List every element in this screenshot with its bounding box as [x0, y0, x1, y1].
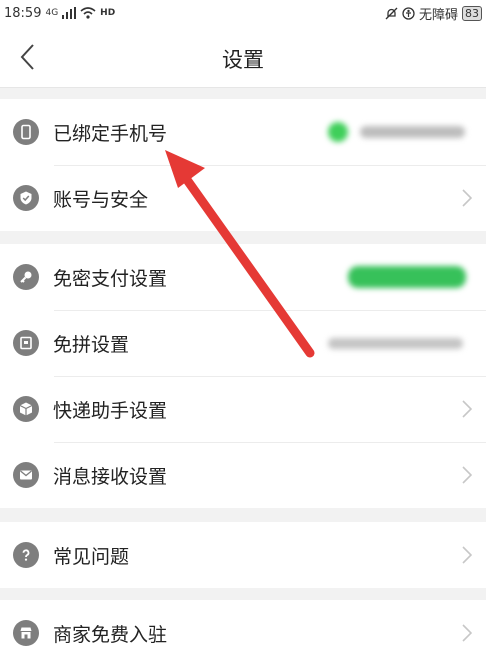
envelope-icon: [13, 462, 39, 488]
courier-assistant-row[interactable]: 快递助手设置: [0, 376, 486, 442]
settings-group-merchant: 商家免费入驻: [0, 600, 486, 663]
free-group-buy-label: 免拼设置: [53, 333, 130, 356]
accessibility-icon: [402, 6, 415, 20]
settings-group-account: 已绑定手机号 账号与安全: [0, 99, 486, 231]
question-icon: [13, 542, 39, 568]
merchant-join-label: 商家免费入驻: [53, 623, 168, 646]
account-security-label: 账号与安全: [53, 188, 149, 211]
accessibility-label: 无障碍: [418, 7, 458, 23]
bound-phone-label: 已绑定手机号: [53, 122, 168, 145]
battery-indicator: 83: [462, 5, 482, 21]
chevron-right-icon: [462, 466, 472, 484]
shield-icon: [13, 185, 39, 211]
account-security-row[interactable]: 账号与安全: [0, 165, 486, 231]
password-free-payment-row[interactable]: 免密支付设置: [0, 244, 486, 310]
package-icon: [13, 396, 39, 422]
password-free-payment-label: 免密支付设置: [53, 267, 168, 290]
courier-assistant-label: 快递助手设置: [53, 399, 168, 422]
signal-icon: [62, 7, 77, 19]
card-icon: [13, 330, 39, 356]
status-bar: 18:59 4G HD 无障碍 83: [0, 0, 486, 26]
hd-icon: HD: [100, 7, 116, 18]
chevron-right-icon: [462, 546, 472, 564]
chevron-right-icon: [462, 400, 472, 418]
chevron-right-icon: [462, 189, 472, 207]
wifi-icon: [80, 7, 96, 19]
faq-label: 常见问题: [53, 545, 130, 568]
message-settings-row[interactable]: 消息接收设置: [0, 442, 486, 508]
settings-group-features: 免密支付设置 免拼设置 快递助手设置 消息接收设置: [0, 244, 486, 508]
payment-status-pill: [348, 266, 466, 288]
shop-icon: [13, 620, 39, 646]
phone-status-badge: [328, 122, 348, 142]
settings-group-help: 常见问题: [0, 522, 486, 588]
page-title: 设置: [222, 48, 264, 72]
faq-row[interactable]: 常见问题: [0, 522, 486, 588]
free-group-buy-value-blurred: [328, 338, 463, 349]
merchant-join-row[interactable]: 商家免费入驻: [0, 600, 486, 663]
phone-number-blurred: [360, 126, 465, 138]
phone-icon: [13, 119, 39, 145]
nav-bar: 设置: [0, 26, 486, 88]
key-icon: [13, 264, 39, 290]
bound-phone-row[interactable]: 已绑定手机号: [0, 99, 486, 165]
message-settings-label: 消息接收设置: [53, 465, 168, 488]
bell-muted-icon: [385, 7, 398, 19]
time: 18:59: [4, 5, 42, 21]
network-type: 4G: [45, 7, 59, 18]
free-group-buy-row[interactable]: 免拼设置: [0, 310, 486, 376]
chevron-right-icon: [462, 624, 472, 642]
